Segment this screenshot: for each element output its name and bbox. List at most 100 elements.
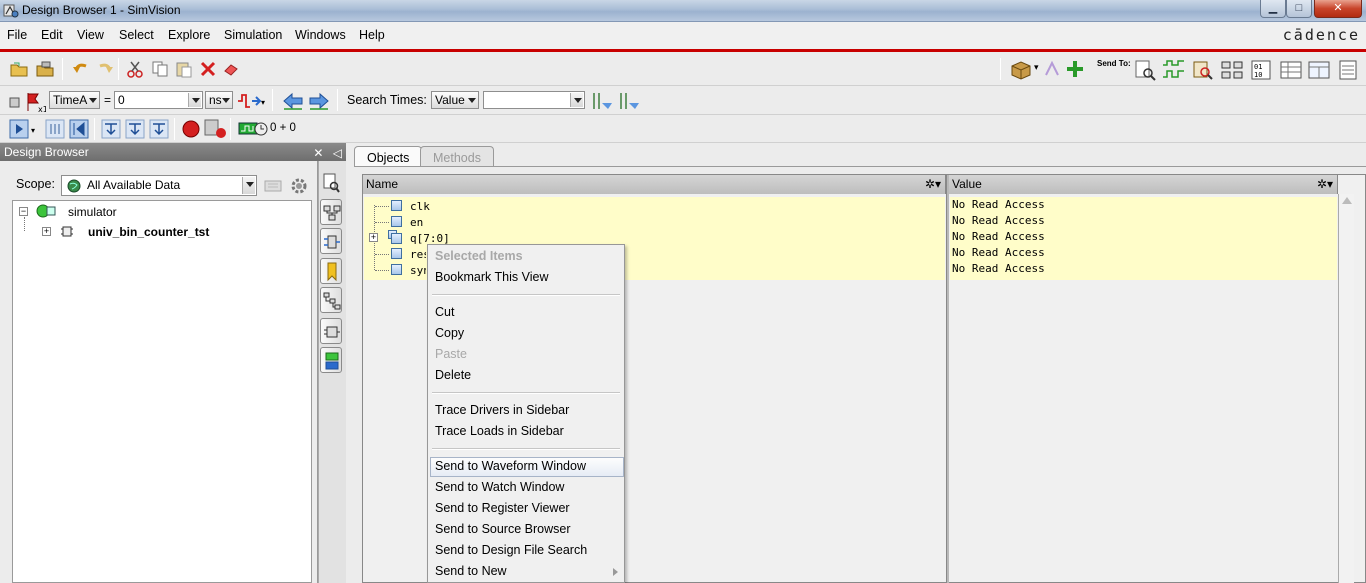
- column-header-value[interactable]: Value ✲▾: [949, 175, 1338, 194]
- close-panel-icon[interactable]: ✕: [313, 146, 323, 160]
- minimize-button[interactable]: ▁: [1260, 0, 1286, 18]
- close-button[interactable]: ✕: [1314, 0, 1362, 18]
- delete-icon[interactable]: [199, 60, 217, 78]
- menu-item-cut[interactable]: Cut: [435, 305, 454, 319]
- svg-text:x1: x1: [38, 105, 46, 113]
- scope-filter-icon[interactable]: [263, 177, 283, 195]
- tree-item-univ-bin-counter-tst[interactable]: univ_bin_counter_tst: [88, 225, 209, 239]
- column-divider[interactable]: [946, 175, 949, 583]
- save-session-icon[interactable]: [36, 60, 54, 78]
- tree-collapse-simulator[interactable]: −: [19, 207, 28, 216]
- scope-label: Scope:: [16, 177, 55, 191]
- scope-settings-icon[interactable]: [288, 175, 310, 197]
- menu-item-send-to-register-viewer[interactable]: Send to Register Viewer: [435, 501, 570, 515]
- collapse-panel-icon[interactable]: ◁: [333, 146, 342, 160]
- search-backward-icon[interactable]: [590, 91, 614, 111]
- step-icon[interactable]: [45, 119, 65, 139]
- main-toolbar: ▾ Send To: 01 10: [0, 52, 1366, 86]
- step-over-icon[interactable]: [125, 119, 145, 139]
- menu-help[interactable]: Help: [359, 28, 385, 42]
- menu-edit[interactable]: Edit: [41, 28, 63, 42]
- signal-name: clk: [410, 200, 430, 213]
- send-to-label: Send To:: [1097, 59, 1131, 68]
- stop-icon[interactable]: [181, 119, 201, 139]
- column-header-name[interactable]: Name ✲▾: [363, 175, 946, 194]
- send-to-source-browser-icon[interactable]: [1134, 59, 1156, 81]
- tree-expand-univ-bin-counter-tst[interactable]: +: [42, 227, 51, 236]
- send-to-register-viewer-icon[interactable]: 0110: [1250, 59, 1272, 81]
- search-value-input[interactable]: [483, 91, 585, 109]
- menu-item-send-to-waveform[interactable]: Send to Waveform Window: [435, 459, 586, 473]
- eraser-icon[interactable]: [222, 60, 240, 78]
- next-edge-icon[interactable]: [308, 91, 330, 111]
- menu-item-send-to-source-browser[interactable]: Send to Source Browser: [435, 522, 571, 536]
- sidebar-tab-schematic[interactable]: [320, 287, 342, 313]
- tab-methods[interactable]: Methods: [420, 146, 494, 168]
- copy-icon[interactable]: [151, 60, 169, 78]
- signal-name: reset: [410, 248, 426, 261]
- package-icon[interactable]: [1010, 58, 1032, 80]
- menu-item-bookmark-this-view[interactable]: Bookmark This View: [435, 270, 548, 284]
- value-column-menu-icon[interactable]: ✲▾: [1317, 175, 1333, 194]
- tree-item-simulator[interactable]: simulator: [68, 205, 117, 219]
- send-to-design-search-icon[interactable]: [1192, 59, 1214, 81]
- step-into-icon[interactable]: [101, 119, 121, 139]
- send-to-schematic-icon[interactable]: [1220, 59, 1244, 81]
- step-out-icon[interactable]: [149, 119, 169, 139]
- send-to-table-icon[interactable]: [1308, 60, 1330, 80]
- send-to-watch-icon[interactable]: [1280, 60, 1302, 80]
- maximize-button[interactable]: □: [1286, 0, 1312, 18]
- menu-windows[interactable]: Windows: [295, 28, 346, 42]
- stop-dropdown-icon[interactable]: [204, 119, 228, 139]
- context-menu-header: Selected Items: [435, 249, 523, 263]
- name-column-menu-icon[interactable]: ✲▾: [925, 175, 941, 194]
- open-database-icon[interactable]: [10, 60, 28, 78]
- time-units-combo[interactable]: ns: [205, 91, 233, 109]
- sidebar-tab-drivers[interactable]: [320, 228, 342, 254]
- expand-bus-icon[interactable]: +: [369, 233, 378, 242]
- menu-item-send-to-design-file-search[interactable]: Send to Design File Search: [435, 543, 587, 557]
- tab-objects[interactable]: Objects: [354, 146, 423, 168]
- sidebar-source-icon[interactable]: [322, 172, 340, 194]
- menu-item-delete[interactable]: Delete: [435, 368, 471, 382]
- schematic-icon[interactable]: [1043, 60, 1061, 78]
- sidebar-tab-probes[interactable]: [320, 347, 342, 373]
- run-icon[interactable]: ▾: [9, 119, 39, 139]
- scroll-up-icon[interactable]: [1342, 197, 1352, 204]
- undo-icon[interactable]: [72, 60, 90, 78]
- sidebar-tab-plugins[interactable]: [320, 318, 342, 344]
- send-to-list-icon[interactable]: [1338, 59, 1358, 81]
- menu-item-send-to-new[interactable]: Send to New: [435, 564, 507, 578]
- package-dropdown-icon[interactable]: ▾: [1034, 62, 1039, 73]
- marker-flag-icon[interactable]: x1: [8, 91, 46, 113]
- time-marker-combo[interactable]: TimeA: [49, 91, 100, 109]
- simvision-app-icon: [3, 4, 19, 18]
- menu-item-trace-drivers[interactable]: Trace Drivers in Sidebar: [435, 403, 569, 417]
- menu-explore[interactable]: Explore: [168, 28, 210, 42]
- menu-view[interactable]: View: [77, 28, 104, 42]
- sidebar-tab-bookmarks[interactable]: [320, 258, 342, 284]
- rewind-icon[interactable]: [69, 119, 89, 139]
- menu-separator: [432, 294, 620, 296]
- scope-select[interactable]: All Available Data: [61, 175, 257, 196]
- paste-icon[interactable]: [175, 60, 193, 78]
- menu-item-send-to-watch[interactable]: Send to Watch Window: [435, 480, 564, 494]
- search-type-combo[interactable]: Value: [431, 91, 479, 109]
- design-browser-title: Design Browser: [4, 145, 89, 159]
- menu-item-trace-loads[interactable]: Trace Loads in Sidebar: [435, 424, 564, 438]
- menu-item-copy[interactable]: Copy: [435, 326, 464, 340]
- sidebar-tab-hierarchy[interactable]: [320, 199, 342, 225]
- redo-icon[interactable]: [96, 60, 114, 78]
- previous-edge-icon[interactable]: [282, 91, 304, 111]
- menu-select[interactable]: Select: [119, 28, 154, 42]
- goto-time-icon[interactable]: ▾: [236, 91, 266, 111]
- cut-icon[interactable]: [126, 60, 144, 78]
- add-plus-icon[interactable]: [1066, 60, 1084, 78]
- search-forward-icon[interactable]: [617, 91, 641, 111]
- menu-file[interactable]: File: [7, 28, 27, 42]
- time-value-input[interactable]: 0: [114, 91, 203, 109]
- menu-simulation[interactable]: Simulation: [224, 28, 282, 42]
- objects-vertical-scrollbar[interactable]: [1338, 194, 1354, 583]
- send-to-waveform-icon[interactable]: [1162, 59, 1186, 81]
- context-menu: Selected Items Bookmark This View Cut Co…: [427, 244, 625, 583]
